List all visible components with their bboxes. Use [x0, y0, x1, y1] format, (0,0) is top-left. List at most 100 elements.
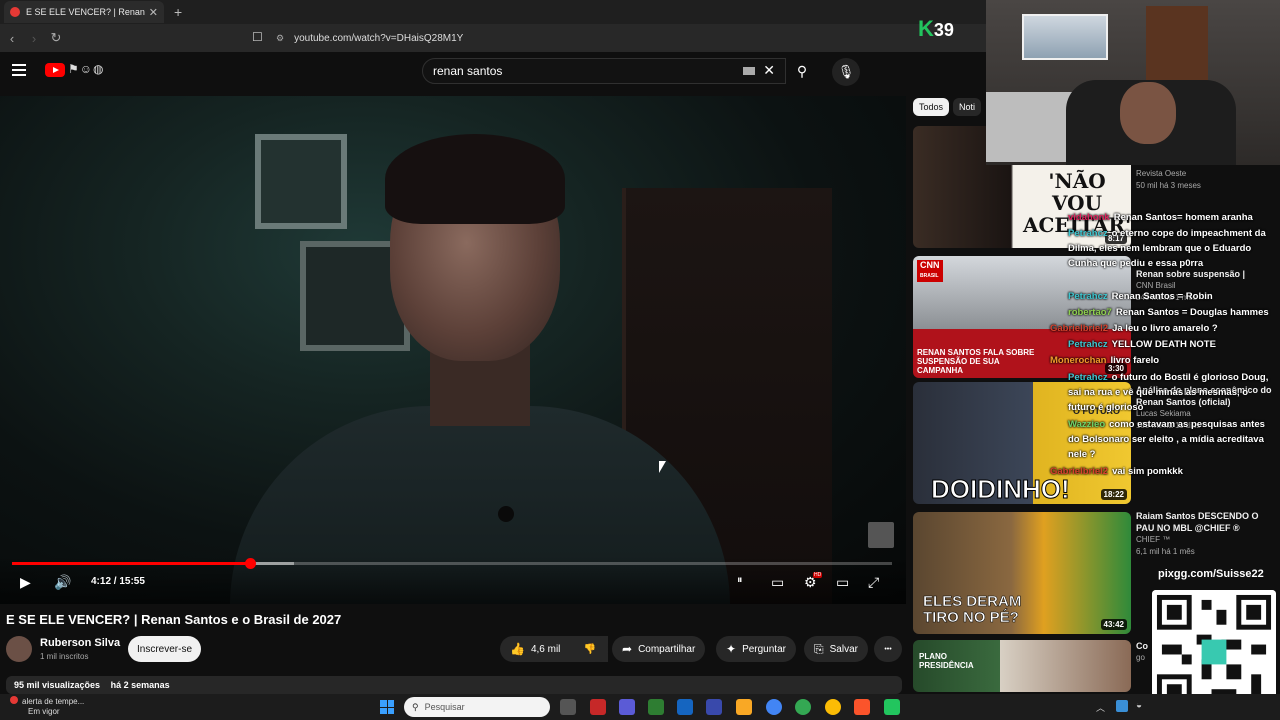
recommended-meta[interactable]: Raiam Santos DESCENDO O PAU NO MBL @CHIE… [1136, 510, 1276, 558]
youtube-logo-icon[interactable] [45, 63, 65, 77]
chat-username: Wazzieo [1068, 419, 1106, 430]
tray-chevron-icon[interactable]: ︿ [1096, 701, 1105, 714]
subscribe-button[interactable]: Inscrever-se [128, 636, 201, 662]
task-view-icon[interactable] [560, 699, 576, 715]
fullscreen-icon[interactable]: ⤢ [868, 574, 879, 591]
chat-username: Gabrielbriel2 [1050, 466, 1109, 477]
brave-icon[interactable] [854, 699, 870, 715]
keyboard-icon[interactable] [743, 67, 755, 75]
reload-icon[interactable]: ↻ [46, 30, 66, 46]
back-icon[interactable]: ‹ [2, 31, 22, 46]
weather-alert-icon [10, 696, 18, 704]
donation-panel: pixgg.com/Suisse22 [1152, 564, 1276, 714]
site-info-icon[interactable]: ⚙ [276, 33, 284, 44]
chat-message: Monerochan livro farelo [1050, 353, 1276, 368]
voice-search-button[interactable]: 🎙 [832, 58, 860, 86]
chat-text: Renan Santos = Robin [1111, 291, 1213, 302]
taskbar-search[interactable]: ⚲ Pesquisar [404, 697, 550, 717]
video-player[interactable] [0, 96, 906, 604]
thumbnail-caption: RENAN SANTOS FALA SOBRE SUSPENSÃO DE SUA… [917, 348, 1035, 375]
theater-mode-icon[interactable]: ▭ [836, 574, 849, 591]
recommended-meta[interactable]: Revista Oeste 50 mil há 3 meses [1136, 168, 1276, 192]
chat-username: Petrahcz [1068, 339, 1108, 350]
kick-logo-icon: K [918, 16, 934, 41]
tray-app-icon[interactable] [1116, 700, 1128, 712]
browser-tab[interactable]: E SE ELE VENCER? | Renan Santo ✕ [4, 1, 164, 23]
file-explorer-icon[interactable] [736, 699, 752, 715]
recommended-stats: 50 mil há 3 meses [1136, 181, 1201, 190]
view-count: 95 mil visualizações [14, 680, 101, 690]
share-button[interactable]: ➦ Compartilhar [612, 636, 706, 662]
streamer-webcam [986, 0, 1280, 165]
pause-toggle-icon[interactable]: ⏸ [737, 574, 743, 587]
app-icon[interactable] [677, 699, 693, 715]
time-display: 4:12 / 15:55 [91, 576, 145, 587]
new-tab-button[interactable]: + [174, 4, 182, 20]
upload-age: há 2 semanas [110, 680, 170, 690]
channel-name[interactable]: Ruberson Silva [40, 637, 120, 649]
video-duration: 43:42 [1100, 619, 1127, 630]
bookmark-icon[interactable]: ☐ [252, 30, 263, 44]
xbox-icon[interactable] [648, 699, 664, 715]
recommended-meta[interactable]: Co go [1136, 640, 1152, 664]
chat-message: Petrahcz o eterno cope do impeachment da … [1068, 226, 1276, 271]
windows-taskbar: alerta de tempe... Em vigor ⚲ Pesquisar … [0, 694, 1280, 720]
weather-alert-text: alerta de tempe... [22, 697, 85, 706]
description-box[interactable]: 95 mil visualizações há 2 semanas [6, 676, 902, 694]
share-label: Compartilhar [638, 643, 696, 655]
app-icon[interactable] [619, 699, 635, 715]
chat-username: Gabrielbriel2 [1050, 323, 1109, 334]
volume-icon[interactable]: 🔊 [54, 574, 71, 591]
address-bar: ‹ › ↻ ☐ ⚙ youtube.com/watch?v=DHaisQ28M1… [0, 24, 986, 52]
chat-username: Petrahcz [1068, 228, 1108, 239]
chrome-icon[interactable] [766, 699, 782, 715]
app-icon[interactable] [706, 699, 722, 715]
chrome-icon[interactable] [825, 699, 841, 715]
chat-message: vidahonk Renan Santos= homem aranha [1068, 210, 1276, 225]
app-icon[interactable] [590, 699, 606, 715]
more-actions-button[interactable]: ••• [874, 636, 902, 662]
chat-text: vai sim pomkkk [1112, 466, 1183, 477]
filter-chips: Todos Noti [913, 97, 985, 116]
subtitles-icon[interactable]: ▭ [771, 574, 784, 591]
chip-news[interactable]: Noti [953, 98, 982, 116]
search-query: renan santos [433, 64, 503, 78]
progress-bar[interactable] [12, 558, 892, 569]
save-button[interactable]: ⎘ Salvar [804, 636, 868, 662]
forward-icon[interactable]: › [24, 31, 44, 46]
tab-title: E SE ELE VENCER? | Renan Santo [26, 7, 145, 17]
like-count: 4,6 mil [530, 643, 561, 655]
scrubber-handle[interactable] [244, 558, 256, 569]
hd-badge: HD [813, 572, 823, 578]
search-button[interactable]: ⚲ [786, 58, 818, 84]
recommended-thumbnail[interactable]: ELES DERAM TIRO NO PÉ? 43:42 [913, 512, 1131, 634]
channel-avatar[interactable] [6, 636, 32, 662]
recommended-thumbnail[interactable]: PLANO PRESIDÊNCIA [913, 640, 1131, 692]
thumbs-up-icon: 👍 [510, 642, 525, 656]
url-field[interactable]: ⚙ youtube.com/watch?v=DHaisQ28M1Y [276, 28, 916, 48]
play-icon[interactable]: ▶ [20, 574, 31, 591]
sparkle-icon: ✦ [726, 642, 737, 656]
mouse-cursor-icon [659, 461, 666, 473]
close-tab-icon[interactable]: ✕ [149, 6, 158, 19]
channel-watermark[interactable] [868, 522, 894, 548]
played-bar [12, 562, 250, 565]
chrome-icon[interactable] [795, 699, 811, 715]
logo-doodle-icon[interactable]: ⚑☺◍ [68, 62, 104, 76]
clear-search-icon[interactable]: ✕ [763, 62, 775, 79]
network-icon[interactable]: ◒ [1136, 700, 1142, 711]
chat-message: robertao7 Renan Santos = Douglas hammes [1068, 305, 1276, 320]
hamburger-menu-icon[interactable] [12, 64, 26, 79]
dislike-button[interactable]: 👎 [572, 636, 608, 662]
windows-start-icon[interactable] [380, 700, 394, 714]
recommended-channel: go [1136, 653, 1145, 662]
ask-button[interactable]: ✦ Perguntar [716, 636, 796, 662]
weather-widget[interactable]: alerta de tempe... Em vigor [10, 696, 84, 717]
chip-all[interactable]: Todos [913, 98, 950, 116]
chat-message: Gabrielbriel2 vai sim pomkkk [1050, 464, 1276, 479]
recommended-title: Raiam Santos DESCENDO O PAU NO MBL @CHIE… [1136, 511, 1259, 533]
player-controls: ▶ 🔊 4:12 / 15:55 ⏸ ▭ ⚙ HD ▭ ⤢ [0, 556, 906, 604]
app-icon[interactable] [884, 699, 900, 715]
search-input[interactable]: renan santos ✕ [422, 58, 786, 84]
kick-viewer-badge: K39 [918, 16, 954, 42]
